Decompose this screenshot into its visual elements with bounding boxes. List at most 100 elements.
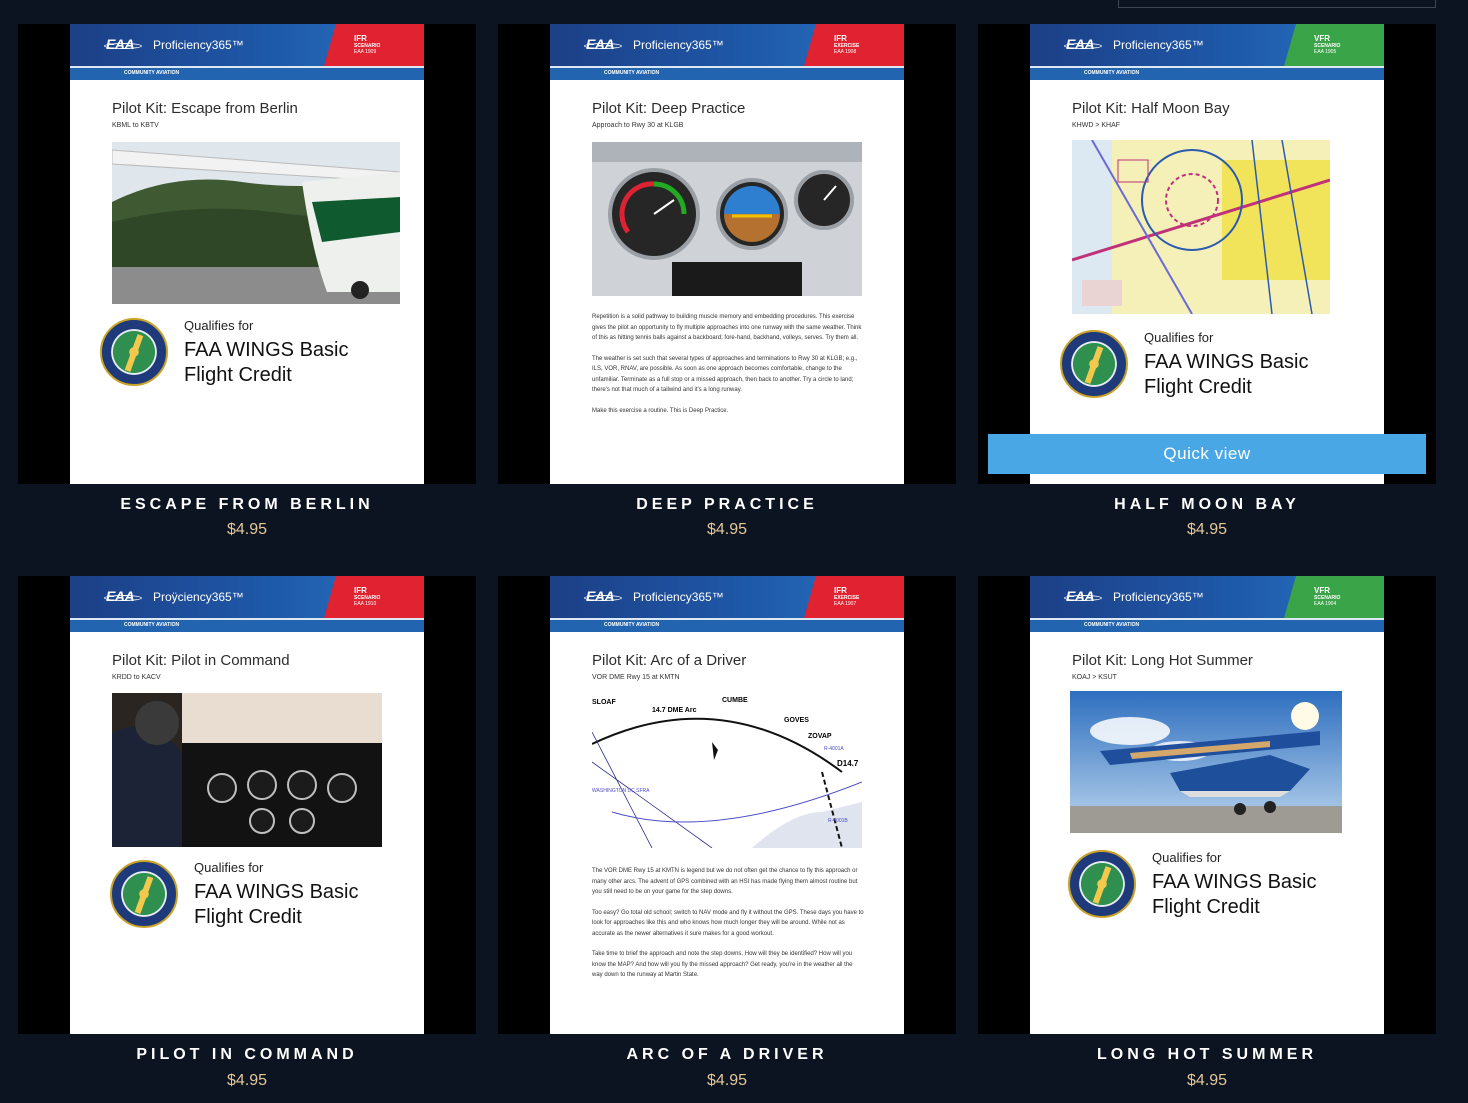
qualifies-label: Qualifies for [184, 318, 254, 333]
cover-banner: EAA Proficiency365™ VFR SCENARIO EAA 190… [1030, 576, 1384, 632]
kit-cover: EAA Proficiency365™ VFR SCENARIO EAA 190… [1030, 24, 1384, 484]
product-price: $4.95 [706, 521, 748, 538]
kit-route: KRDD to KACV [112, 674, 161, 681]
kit-route: Approach to Rwy 30 at KLGB [592, 122, 684, 129]
stripe-text: COMMUNITY AVIATION [1084, 622, 1140, 628]
tag-code: EAA 1908 [834, 49, 857, 55]
eaa-logo: EAA [584, 36, 622, 56]
community-stripe: COMMUNITY AVIATION [70, 618, 424, 632]
wings-credit-name: FAA WINGS Basic Flight Credit [1152, 870, 1316, 920]
product-price: $4.95 [706, 1072, 748, 1089]
description-paragraph: Repetition is a solid pathway to buildin… [592, 314, 862, 341]
tag-type: IFR [354, 34, 367, 43]
kit-route: VOR DME Rwy 15 at KMTN [592, 674, 680, 681]
product-name[interactable]: ARC OF A DRIVER [498, 1046, 956, 1064]
community-stripe: COMMUNITY AVIATION [1030, 66, 1384, 80]
wings-line-1: FAA WINGS Basic [1144, 351, 1309, 373]
stripe-text: COMMUNITY AVIATION [604, 622, 660, 628]
product-image[interactable]: EAA Proficiency365™ VFR SCENARIO EAA 190… [978, 24, 1436, 484]
kit-cover: EAA Proficiency365™ IFR EXERCISE EAA 190… [550, 576, 904, 1034]
kit-type-tag: VFR SCENARIO EAA 1905 [1284, 24, 1384, 66]
quick-view-button[interactable]: Quick view [988, 434, 1426, 474]
chart-sfra-label: WASHINGTON DC SFRA [592, 788, 650, 794]
kit-cover: EAA Proficiency365™ IFR EXERCISE EAA 190… [550, 24, 904, 484]
kit-title: Pilot Kit: Half Moon Bay [1072, 100, 1230, 117]
chart-airspace-label: R-4001B [828, 818, 848, 824]
faa-seal-icon [1060, 330, 1128, 398]
kit-title: Pilot Kit: Escape from Berlin [112, 100, 298, 117]
cover-banner: EAA Proficiency365™ IFR SCENARIO EAA 190… [70, 24, 424, 80]
kit-type-tag: IFR EXERCISE EAA 1907 [804, 576, 904, 618]
product-image[interactable]: EAA Proficiency365™ IFR EXERCISE EAA 190… [498, 576, 956, 1034]
product-price: $4.95 [226, 1072, 268, 1089]
faa-seal-icon [110, 860, 178, 928]
product-image[interactable]: EAA Proficiency365™ VFR SCENARIO EAA 190… [978, 576, 1436, 1034]
chart-fix-label: CUMBE [722, 697, 748, 704]
product-card[interactable]: EAA Proÿciency365™ IFR SCENARIO EAA 1910… [18, 576, 476, 1089]
kit-route: KHWD > KHAF [1072, 122, 1121, 129]
tag-code: EAA 1905 [1314, 49, 1337, 55]
approach-chart: SLOAF 14.7 DME Arc CUMBE GOVES ZOVAP D14… [592, 692, 862, 848]
description-paragraph: The weather is set such that several typ… [592, 355, 858, 394]
kit-route: KBML to KBTV [112, 122, 159, 129]
product-image[interactable]: EAA Proficiency365™ IFR EXERCISE EAA 190… [498, 24, 956, 484]
tag-type: IFR [354, 586, 367, 595]
community-stripe: COMMUNITY AVIATION [1030, 618, 1384, 632]
product-image[interactable]: EAA Proÿciency365™ IFR SCENARIO EAA 1910… [18, 576, 476, 1034]
chart-fix-label: ZOVAP [808, 733, 832, 740]
wings-line-2: Flight Credit [184, 364, 292, 386]
eaa-logo: EAA [104, 588, 142, 608]
product-card[interactable]: EAA Proficiency365™ IFR EXERCISE EAA 190… [498, 576, 956, 1089]
product-name[interactable]: ESCAPE FROM BERLIN [18, 496, 476, 514]
product-name[interactable]: DEEP PRACTICE [498, 496, 956, 514]
cover-photo [1072, 140, 1330, 314]
wings-line-2: Flight Credit [1152, 896, 1260, 918]
tag-type: IFR [834, 34, 847, 43]
tag-type: VFR [1314, 34, 1330, 43]
cover-banner: EAA Proficiency365™ IFR EXERCISE EAA 190… [550, 576, 904, 632]
product-image[interactable]: EAA Proficiency365™ IFR SCENARIO EAA 190… [18, 24, 476, 484]
cover-banner: EAA Proficiency365™ VFR SCENARIO EAA 190… [1030, 24, 1384, 80]
brand-name: Proficiency365™ [633, 590, 724, 604]
product-price: $4.95 [226, 521, 268, 538]
product-price: $4.95 [1186, 1072, 1228, 1089]
kit-description: Repetition is a solid pathway to buildin… [592, 312, 864, 426]
product-price: $4.95 [1186, 521, 1228, 538]
eaa-logo: EAA [104, 36, 142, 56]
product-name[interactable]: LONG HOT SUMMER [978, 1046, 1436, 1064]
kit-cover: EAA Proficiency365™ IFR SCENARIO EAA 190… [70, 24, 424, 484]
qualifies-label: Qualifies for [194, 860, 264, 875]
brand-name: Proficiency365™ [153, 38, 244, 52]
kit-type-tag: VFR SCENARIO EAA 1904 [1284, 576, 1384, 618]
stripe-text: COMMUNITY AVIATION [604, 70, 660, 76]
wings-line-1: FAA WINGS Basic [194, 881, 359, 903]
description-paragraph: Take time to brief the approach and note… [592, 951, 853, 978]
description-paragraph: The VOR DME Rwy 15 at KMTN is legend but… [592, 868, 858, 895]
tag-code: EAA 1904 [1314, 601, 1337, 607]
kit-type-tag: IFR EXERCISE EAA 1908 [804, 24, 904, 66]
product-card[interactable]: EAA Proficiency365™ IFR SCENARIO EAA 190… [18, 24, 476, 538]
brand-name: Proÿciency365™ [153, 590, 244, 604]
sort-dropdown[interactable] [1118, 0, 1436, 8]
chart-fix-label: SLOAF [592, 699, 616, 706]
stripe-text: COMMUNITY AVIATION [124, 622, 180, 628]
wings-credit-name: FAA WINGS Basic Flight Credit [194, 880, 358, 930]
product-card[interactable]: EAA Proficiency365™ IFR EXERCISE EAA 190… [498, 24, 956, 538]
product-name[interactable]: PILOT IN COMMAND [18, 1046, 476, 1064]
eaa-logo: EAA [1064, 36, 1102, 56]
kit-type-tag: IFR SCENARIO EAA 1910 [324, 576, 424, 618]
cover-photo [1070, 691, 1342, 833]
community-stripe: COMMUNITY AVIATION [70, 66, 424, 80]
chart-dme-label: D14.7 [837, 759, 859, 768]
community-stripe: COMMUNITY AVIATION [550, 66, 904, 80]
product-card[interactable]: EAA Proficiency365™ VFR SCENARIO EAA 190… [978, 576, 1436, 1089]
product-card[interactable]: EAA Proficiency365™ VFR SCENARIO EAA 190… [978, 24, 1436, 538]
stripe-text: COMMUNITY AVIATION [124, 70, 180, 76]
eaa-logo: EAA [1064, 588, 1102, 608]
kit-route: KOAJ > KSUT [1072, 674, 1117, 681]
product-name[interactable]: HALF MOON BAY [978, 496, 1436, 514]
kit-title: Pilot Kit: Pilot in Command [112, 652, 290, 669]
eaa-logo: EAA [584, 588, 622, 608]
tag-code: EAA 1907 [834, 601, 857, 607]
wings-line-2: Flight Credit [194, 906, 302, 928]
